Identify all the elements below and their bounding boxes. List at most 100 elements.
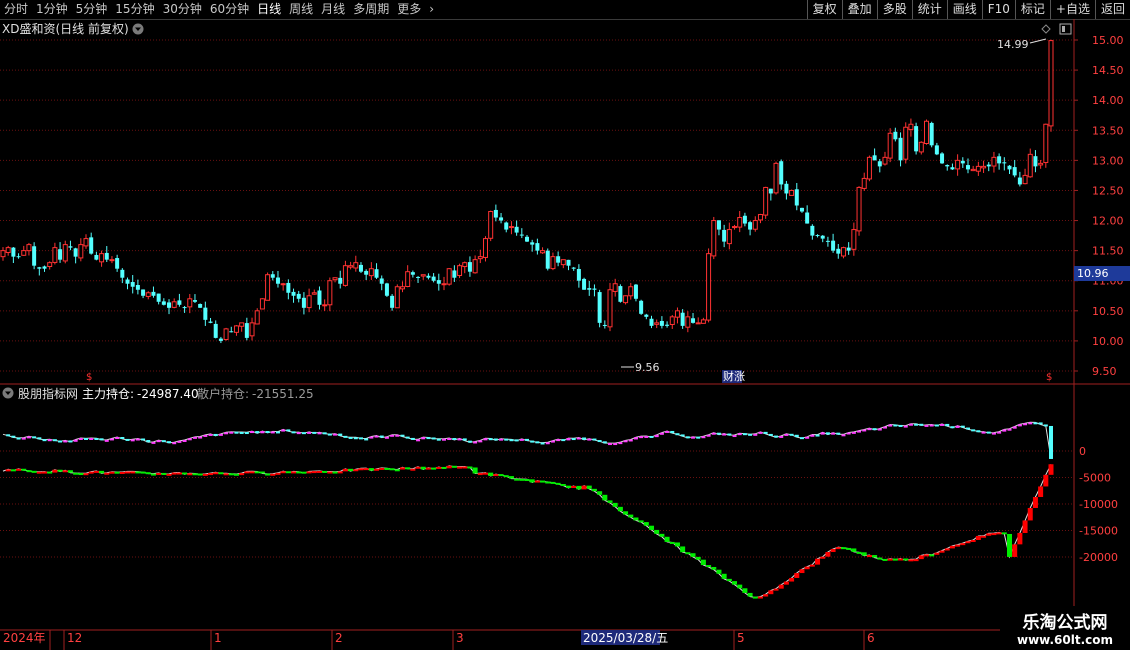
main-bar — [872, 555, 878, 558]
candle-body-down — [384, 283, 389, 296]
indicator-dropdown-icon[interactable] — [2, 387, 14, 399]
candle — [504, 221, 509, 233]
candle — [644, 313, 649, 320]
candle — [218, 336, 223, 344]
candle-body-down — [244, 323, 249, 338]
candle — [286, 279, 291, 300]
candle-body-down — [934, 145, 939, 155]
retail-bar — [779, 435, 784, 438]
retail-bar — [369, 436, 374, 439]
main-bar — [913, 559, 919, 562]
candle — [311, 289, 317, 295]
period-tab-3[interactable]: 15分钟 — [111, 0, 158, 19]
chevron-right-icon[interactable]: › — [425, 0, 438, 19]
candle — [68, 240, 73, 251]
candle-body-up — [145, 292, 151, 297]
toolbar-button-3[interactable]: 统计 — [911, 0, 947, 19]
period-tab-0[interactable]: 分时 — [0, 0, 32, 19]
main-bar — [93, 470, 99, 473]
period-tab-9[interactable]: 多周期 — [349, 0, 393, 19]
main-bar — [524, 479, 530, 482]
candle — [446, 268, 452, 286]
candle — [348, 261, 354, 270]
candle — [130, 275, 135, 294]
candle-body-down — [950, 167, 955, 170]
retail-bar — [665, 430, 670, 433]
candle-body-up — [737, 217, 743, 228]
candle — [332, 277, 338, 283]
chart-area[interactable]: 15.00 14.50 14.00 13.50 13.00 12.50 12.00 11.50… — [0, 19, 1130, 650]
retail-bar — [58, 440, 63, 443]
month-label: 5 — [737, 631, 745, 645]
period-tab-10[interactable]: 更多 — [393, 0, 425, 19]
candle-body-down — [275, 277, 280, 284]
candle — [861, 172, 867, 191]
candle — [358, 262, 363, 274]
retail-bar — [597, 440, 602, 443]
candle — [270, 271, 275, 281]
candle-body-down — [11, 247, 16, 257]
period-tab-4[interactable]: 30分钟 — [159, 0, 206, 19]
candle — [125, 277, 130, 290]
period-tab-5[interactable]: 60分钟 — [206, 0, 253, 19]
candle-body-down — [582, 278, 587, 290]
main-bar — [291, 471, 297, 474]
candle — [338, 270, 343, 289]
indicator-tick-label: 0 — [1079, 445, 1086, 458]
candle — [612, 278, 618, 297]
price-tick-label: 14.50 — [1092, 64, 1124, 77]
retail-bar — [307, 431, 312, 434]
chart-settings-icon[interactable] — [1059, 23, 1072, 35]
retail-bar — [52, 439, 57, 442]
main-bar — [233, 473, 239, 476]
candle-body-up — [394, 286, 400, 309]
toolbar-button-4[interactable]: 画线 — [946, 0, 982, 19]
title-dropdown-icon[interactable] — [132, 23, 144, 35]
period-tab-8[interactable]: 月线 — [317, 0, 349, 19]
main-bar — [1032, 496, 1038, 508]
toolbar-button-7[interactable]: +自选 — [1049, 0, 1095, 19]
main-bar — [944, 548, 950, 551]
candle-body-up — [903, 126, 909, 160]
candle — [192, 294, 197, 304]
candle-body-up — [612, 283, 618, 292]
retail-bar — [120, 437, 125, 440]
retail-bar — [244, 432, 249, 435]
toolbar-button-5[interactable]: F10 — [981, 0, 1015, 19]
candle-body-up — [752, 220, 758, 230]
price-tick-label: 12.00 — [1092, 215, 1124, 228]
candle-body-down — [364, 270, 369, 275]
retail-bar — [338, 433, 343, 436]
event-marker-s-left[interactable]: $ — [86, 372, 92, 383]
toolbar-button-1[interactable]: 叠加 — [841, 0, 877, 19]
candle-body-down — [192, 300, 197, 302]
candle — [1017, 171, 1022, 187]
toolbar-button-6[interactable]: 标记 — [1014, 0, 1050, 19]
toolbar-button-8[interactable]: 返回 — [1094, 0, 1130, 19]
candle — [815, 234, 820, 238]
event-marker-s-right[interactable]: $ — [1046, 372, 1052, 383]
candle — [934, 142, 939, 156]
price-tick-label: 12.50 — [1092, 184, 1124, 197]
retail-bar — [582, 437, 587, 440]
candle — [11, 247, 16, 264]
candle-body-up — [851, 229, 857, 250]
candle — [607, 282, 613, 332]
main-bar — [716, 569, 722, 574]
candle — [5, 245, 11, 256]
period-tab-1[interactable]: 1分钟 — [32, 0, 72, 19]
period-tab-6[interactable]: 日线 — [253, 0, 285, 19]
period-tab-7[interactable]: 周线 — [285, 0, 317, 19]
candle — [1027, 148, 1033, 178]
candle-body-down — [156, 293, 161, 302]
candle — [866, 155, 872, 182]
main-bar — [700, 559, 706, 566]
retail-bar — [810, 434, 815, 437]
main-bar — [934, 552, 940, 555]
period-tab-2[interactable]: 5分钟 — [72, 0, 112, 19]
main-bar — [332, 471, 338, 474]
retail-bar — [421, 437, 426, 440]
toolbar-button-2[interactable]: 多股 — [876, 0, 912, 19]
retail-bar — [499, 438, 504, 441]
toolbar-button-0[interactable]: 复权 — [806, 0, 842, 19]
